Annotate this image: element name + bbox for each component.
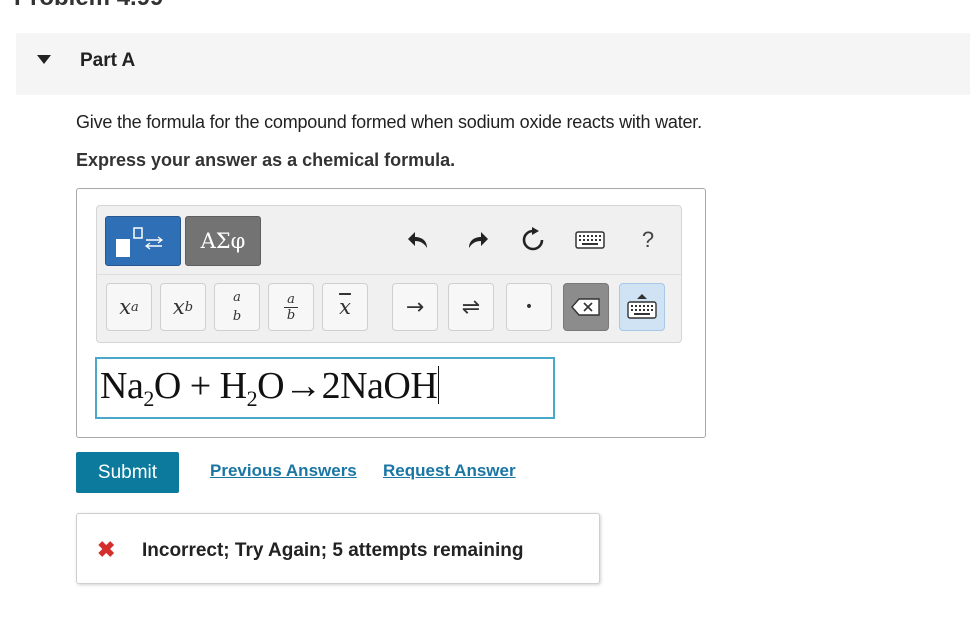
undo-button[interactable] — [401, 222, 437, 258]
stacked-fraction-denominator: b — [286, 307, 296, 323]
help-button[interactable]: ? — [630, 222, 666, 258]
fraction-numerator: a — [233, 290, 241, 305]
reset-icon — [522, 227, 544, 251]
text-cursor — [438, 366, 440, 404]
subscript-key[interactable]: xb — [160, 283, 206, 331]
overline-symbol: x — [339, 295, 351, 319]
overline-key[interactable]: x — [322, 283, 368, 331]
dot-key[interactable]: • — [506, 283, 552, 331]
superscript-exponent: a — [131, 299, 139, 315]
greek-symbols-button[interactable]: ΑΣφ — [185, 216, 261, 266]
problem-heading-partial: Problem 4.99 — [14, 0, 163, 12]
redo-button[interactable] — [459, 222, 495, 258]
undo-icon — [408, 232, 427, 248]
formula-subscript-2: 2 — [246, 386, 258, 411]
backspace-icon — [571, 298, 600, 316]
templates-button[interactable] — [105, 216, 181, 266]
keyboard-up-icon — [627, 294, 657, 319]
feedback-text: Incorrect; Try Again; 5 attempts remaini… — [142, 540, 524, 561]
redo-icon — [469, 232, 488, 248]
subscript-base: x — [172, 295, 185, 319]
answer-formula[interactable]: Na2O + H2O→2NaOH — [100, 364, 440, 412]
reset-button[interactable] — [515, 222, 551, 258]
keyboard-icon — [575, 231, 605, 249]
stacked-fraction-key[interactable]: a b — [268, 283, 314, 331]
formula-subscript-1: 2 — [143, 386, 154, 411]
superscript-base: x — [119, 295, 132, 319]
question-text: Give the formula for the compound formed… — [76, 112, 702, 132]
superscript-key[interactable]: xa — [106, 283, 152, 331]
fraction-key[interactable]: a b — [214, 283, 260, 331]
formula-part-1: Na — [100, 365, 144, 407]
stacked-fraction-numerator: a — [284, 292, 298, 308]
delete-key[interactable] — [563, 283, 609, 331]
previous-answers-link[interactable]: Previous Answers — [210, 461, 357, 481]
part-title: Part A — [80, 50, 136, 71]
fraction-denominator: b — [232, 309, 242, 324]
reaction-arrow-key[interactable]: → — [392, 283, 438, 331]
equilibrium-arrow-key[interactable]: ⇌ — [448, 283, 494, 331]
request-answer-link[interactable]: Request Answer — [383, 461, 516, 481]
formula-part-2: O + H — [153, 365, 247, 407]
part-header[interactable] — [16, 33, 970, 95]
collapse-caret-icon[interactable] — [37, 55, 51, 64]
answer-instruction: Express your answer as a chemical formul… — [76, 150, 456, 170]
submit-button[interactable]: Submit — [76, 452, 179, 493]
subscript-index: b — [184, 299, 194, 315]
templates-icon — [116, 227, 163, 257]
error-x-icon: ✖ — [97, 537, 116, 562]
formula-part-3: O→2NaOH — [257, 365, 438, 407]
keyboard-shortcuts-button[interactable] — [572, 222, 608, 258]
keyboard-toggle-key[interactable] — [619, 283, 665, 331]
